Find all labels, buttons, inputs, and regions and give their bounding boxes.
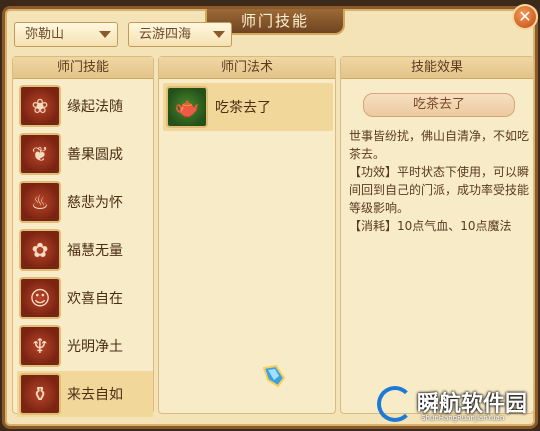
effect-description: 世事皆纷扰，佛山自清净，不如吃茶去。	[349, 129, 530, 161]
joy-skill-icon: ☺	[19, 277, 61, 319]
school-dropdown-value: 弥勒山	[25, 27, 65, 42]
skill-item[interactable]: ❀ 缘起法随	[17, 83, 153, 129]
close-icon: ✕	[518, 7, 532, 26]
vase-skill-icon: ⚱	[19, 373, 61, 415]
buddha-skill-icon: ♨	[19, 181, 61, 223]
flame-skill-icon: ♆	[19, 325, 61, 367]
effect-function: 【功效】平时状态下使用，可以瞬间回到自己的门派，成功率受技能等级影响。	[349, 165, 530, 215]
fruit-skill-icon: ❦	[19, 133, 61, 175]
skill-item-label: 欢喜自在	[67, 291, 123, 307]
skill-item[interactable]: ♆ 光明净土	[17, 323, 153, 369]
skills-panel: 师门技能 ❀ 缘起法随 ❦ 善果圆成 ♨ 慈悲为怀 ✿ 福慧无量 ☺ 欢喜自在 ♆ 光明净土 ⚱ 来去自如	[12, 56, 154, 417]
spell-item[interactable]: 🫖 吃茶去了	[163, 83, 333, 131]
area-dropdown[interactable]: 云游四海	[128, 22, 232, 47]
effect-name: 吃茶去了	[363, 93, 515, 117]
skill-item[interactable]: ✿ 福慧无量	[17, 227, 153, 273]
close-button[interactable]: ✕	[512, 4, 538, 30]
skills-panel-header: 师门技能	[13, 57, 153, 79]
area-dropdown-value: 云游四海	[139, 27, 192, 42]
skill-item-label: 光明净土	[67, 339, 123, 355]
flower-skill-icon: ✿	[19, 229, 61, 271]
chevron-down-icon	[213, 31, 225, 38]
effect-panel: 技能效果 吃茶去了 世事皆纷扰，佛山自清净，不如吃茶去。 【功效】平时状态下使用…	[340, 56, 534, 414]
spells-panel: 师门法术 🫖 吃茶去了	[158, 56, 336, 414]
watermark-logo-icon	[377, 386, 413, 422]
teapot-spell-icon: 🫖	[166, 86, 208, 128]
watermark: 瞬航软件园 ShunHangRuanJianYuan	[373, 380, 538, 428]
skill-item-label: 缘起法随	[67, 99, 123, 115]
skill-item-label: 福慧无量	[67, 243, 123, 259]
skill-item[interactable]: ❦ 善果圆成	[17, 131, 153, 177]
effect-panel-header: 技能效果	[341, 57, 533, 79]
chevron-down-icon	[99, 31, 111, 38]
skill-item[interactable]: ☺ 欢喜自在	[17, 275, 153, 321]
skill-item-label: 慈悲为怀	[67, 195, 123, 211]
spells-panel-header: 师门法术	[159, 57, 335, 79]
skill-item[interactable]: ⚱ 来去自如	[17, 371, 153, 417]
skill-item-label: 来去自如	[67, 387, 123, 403]
spell-item-label: 吃茶去了	[215, 100, 271, 116]
effect-description-block: 世事皆纷扰，佛山自清净，不如吃茶去。 【功效】平时状态下使用，可以瞬间回到自己的…	[349, 127, 531, 235]
school-dropdown[interactable]: 弥勒山	[14, 22, 118, 47]
watermark-subtext: ShunHangRuanJianYuan	[421, 414, 505, 422]
lotus-skill-icon: ❀	[19, 85, 61, 127]
skill-item[interactable]: ♨ 慈悲为怀	[17, 179, 153, 225]
effect-cost: 【消耗】10点气血、10点魔法	[349, 219, 512, 233]
skill-item-label: 善果圆成	[67, 147, 123, 163]
cursor-icon	[262, 364, 286, 388]
